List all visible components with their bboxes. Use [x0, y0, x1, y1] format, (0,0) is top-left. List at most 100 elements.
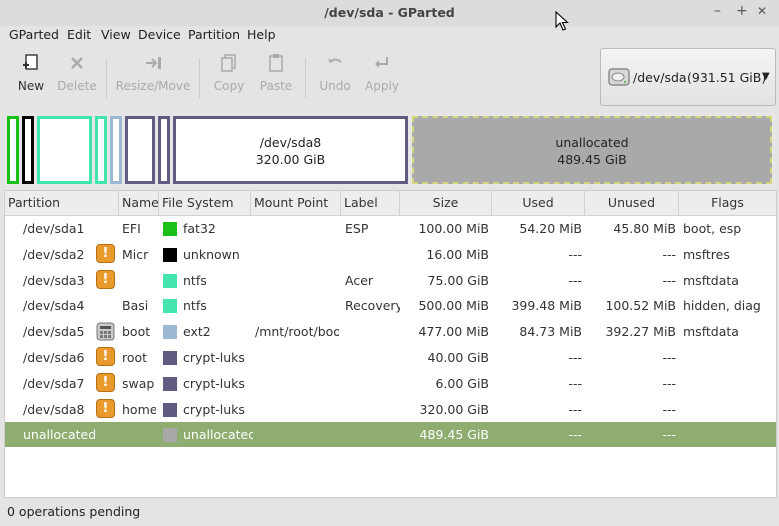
device-size: (931.51 GiB) [687, 70, 767, 85]
partition-flags: boot, esp [683, 221, 742, 236]
minimize-button[interactable]: – [714, 4, 721, 18]
filesystem: fat32 [183, 221, 216, 236]
map-partition-sda3[interactable] [37, 116, 92, 184]
apply-button[interactable]: Apply [359, 52, 405, 102]
menu-device[interactable]: Device [138, 27, 181, 42]
partition-flags: msftdata [683, 324, 739, 340]
filesystem: ntfs [183, 298, 207, 314]
dropdown-arrow-icon: ▼ [762, 71, 770, 82]
map-sda8-size: 320.00 GiB [255, 152, 326, 167]
partition-flags [683, 397, 775, 422]
filesystem: ext2 [183, 324, 211, 340]
partition-used: --- [568, 246, 582, 262]
filesystem: crypt-luks [183, 350, 245, 365]
column-header-partition[interactable]: Partition [5, 191, 119, 215]
mount-point [255, 242, 339, 267]
table-row[interactable]: /dev/sda5 boot ext2/mnt/root/boot 477.00 Mi… [5, 319, 776, 344]
column-header-mount-point[interactable]: Mount Point [251, 191, 341, 215]
partition-name: boot [122, 324, 151, 340]
partition-flags [683, 345, 775, 370]
table-row[interactable]: unallocated unallocated 489.45 GiB --- --- [5, 422, 776, 448]
resize-move-button[interactable]: Resize/Move [113, 52, 193, 102]
delete-button[interactable]: Delete [54, 52, 100, 102]
map-unallocated-size: 489.45 GiB [557, 152, 627, 167]
window-title: /dev/sda - GParted [324, 5, 455, 20]
partition-name: Basi [122, 298, 149, 314]
partition-label: Acer [345, 272, 374, 288]
partition-path: /dev/sda1 [23, 221, 85, 236]
menu-gparted[interactable]: GParted [9, 27, 59, 42]
partition-path: /dev/sda8 [23, 401, 85, 417]
column-header-flags[interactable]: Flags [679, 191, 776, 215]
partition-unused: 392.27 MiB [605, 324, 676, 340]
partition-name: home [122, 401, 156, 417]
table-row[interactable]: /dev/sda1 EFI fat32 ESP 100.00 MiB 54.20 MiB 4… [5, 216, 776, 241]
status-text: 0 operations pending [7, 504, 141, 519]
apply-icon [375, 57, 388, 68]
new-button[interactable]: New [8, 52, 54, 102]
menu-view[interactable]: View [101, 27, 131, 42]
map-unallocated-name: unallocated [555, 135, 629, 150]
paste-icon [269, 54, 283, 72]
map-partition-sda8[interactable]: /dev/sda8 320.00 GiB [173, 116, 408, 184]
table-row[interactable]: /dev/sda6! root crypt-luks 40.00 GiB --- --- [5, 345, 776, 370]
undo-button[interactable]: Undo [313, 52, 357, 102]
copy-icon [221, 54, 236, 72]
device-name: /dev/sda [633, 70, 687, 85]
resize-move-icon [146, 57, 161, 69]
close-button[interactable]: ✕ [757, 4, 767, 18]
filesystem-color-swatch [163, 402, 177, 417]
resize-move-label: Resize/Move [115, 79, 191, 93]
column-header-used[interactable]: Used [492, 191, 585, 215]
partition-name: root [122, 350, 148, 365]
new-label: New [17, 79, 45, 93]
column-header-file-system[interactable]: File System [159, 191, 251, 215]
partition-table: Partition Name File System Mount Point L… [4, 190, 777, 498]
partition-size: 75.00 GiB [427, 272, 490, 288]
map-unallocated[interactable]: unallocated 489.45 GiB [412, 116, 772, 184]
table-row[interactable]: /dev/sda4 Basi ntfs Recovery 500.00 MiB 399.4… [5, 293, 776, 318]
partition-unused: --- [662, 427, 676, 443]
column-header-label[interactable]: Label [341, 191, 400, 215]
map-partition-sda2[interactable] [22, 116, 34, 184]
column-header-name[interactable]: Name [119, 191, 159, 215]
table-row[interactable]: /dev/sda2! Micr unknown 16.00 MiB --- --- msft… [5, 242, 776, 267]
partition-size: 500.00 MiB [418, 298, 489, 314]
partition-path: /dev/sda5 [23, 324, 85, 340]
maximize-button[interactable]: + [736, 4, 748, 18]
column-header-size[interactable]: Size [400, 191, 492, 215]
toolbar-separator [305, 58, 306, 98]
map-partition-sda7[interactable] [158, 116, 170, 184]
filesystem-color-swatch [163, 273, 177, 288]
undo-label: Undo [319, 79, 351, 93]
table-row[interactable]: /dev/sda3! ntfs Acer 75.00 GiB --- --- msftdat… [5, 268, 776, 293]
partition-label: Recovery [345, 298, 400, 314]
copy-button[interactable]: Copy [207, 52, 251, 102]
map-partition-sda6[interactable] [125, 116, 155, 184]
menu-partition[interactable]: Partition [188, 27, 240, 42]
partition-flags [683, 422, 775, 447]
map-partition-sda5[interactable] [110, 116, 122, 184]
device-selector[interactable]: /dev/sda (931.51 GiB) ▼ [600, 48, 776, 106]
hard-disk-icon [608, 68, 630, 86]
menu-edit[interactable]: Edit [67, 27, 91, 42]
column-header-unused[interactable]: Unused [585, 191, 679, 215]
warning-icon: ! [96, 398, 115, 418]
partition-label [345, 397, 400, 422]
partition-size: 6.00 GiB [435, 375, 489, 391]
paste-button[interactable]: Paste [253, 52, 299, 102]
filesystem: ntfs [183, 272, 207, 288]
mount-point [255, 345, 339, 370]
partition-used: --- [568, 272, 582, 288]
map-partition-sda1[interactable] [7, 116, 19, 184]
partition-label: ESP [345, 221, 369, 236]
partition-label [345, 422, 400, 447]
table-row[interactable]: /dev/sda7! swap crypt-luks 6.00 GiB --- --- [5, 371, 776, 396]
apply-label: Apply [365, 79, 399, 93]
table-row[interactable]: /dev/sda8! home crypt-luks 320.00 GiB --- --- [5, 397, 776, 422]
map-partition-sda4[interactable] [95, 116, 107, 184]
filesystem: unallocated [183, 427, 253, 443]
menu-help[interactable]: Help [247, 27, 276, 42]
partition-used: --- [568, 375, 582, 391]
table-header: Partition Name File System Mount Point L… [5, 191, 776, 216]
